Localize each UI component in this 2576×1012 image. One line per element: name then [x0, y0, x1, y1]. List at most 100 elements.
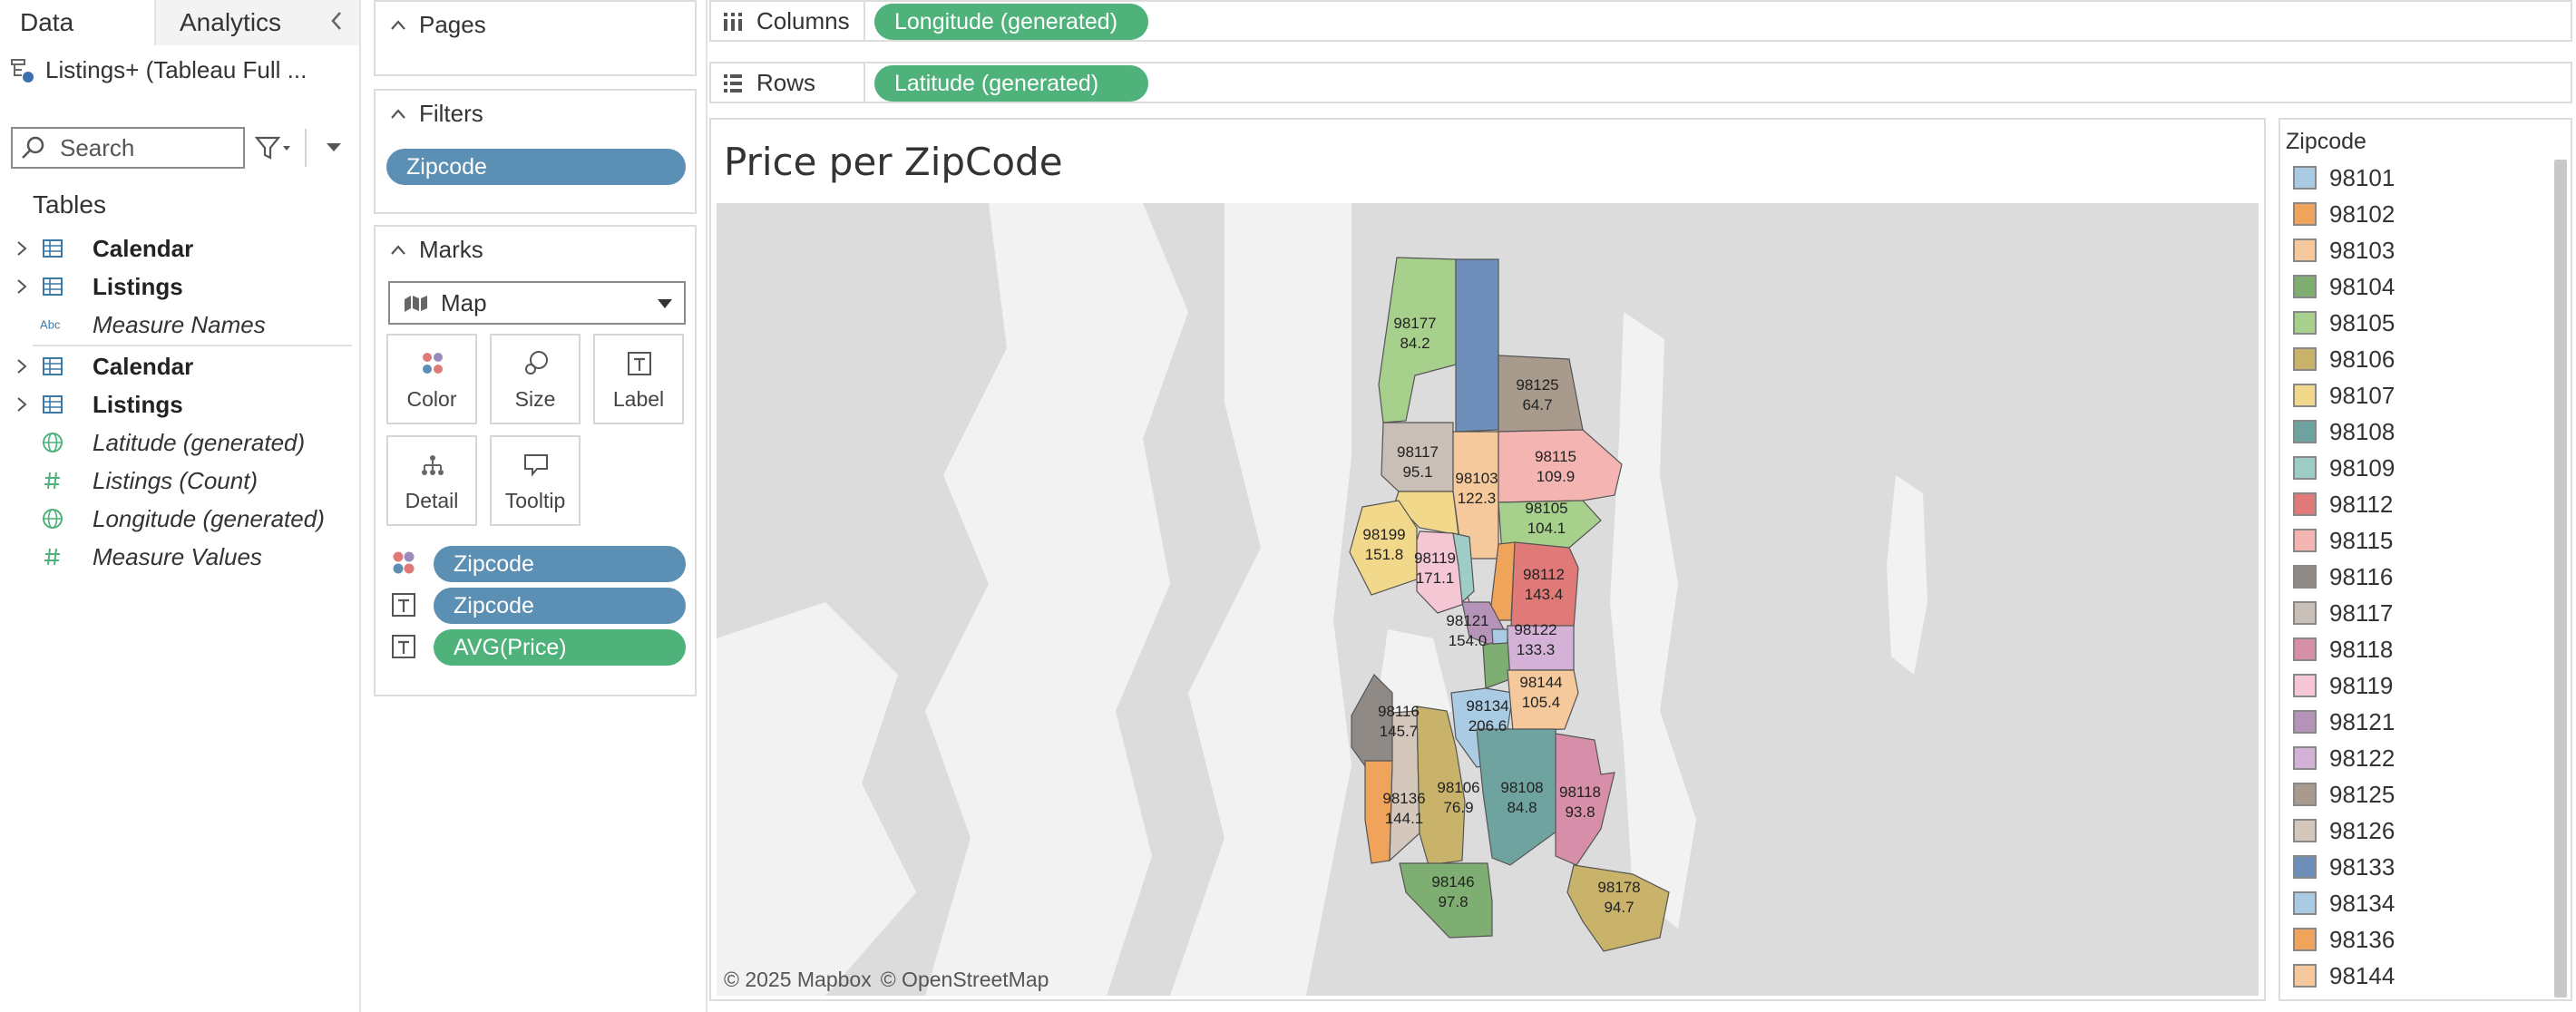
datasource-item[interactable]: Listings+ (Tableau Full ...	[9, 56, 307, 84]
label-98144-zip: 98144	[1519, 674, 1562, 691]
legend-item[interactable]: 98119	[2280, 667, 2552, 704]
size-button[interactable]: Size	[490, 334, 581, 424]
legend-item[interactable]: 98122	[2280, 740, 2552, 776]
table-icon	[40, 236, 65, 261]
legend-item[interactable]: 98109	[2280, 450, 2552, 486]
field-row-calendar[interactable]: Calendar	[0, 230, 361, 267]
marks-pill-color-zipcode[interactable]: Zipcode	[434, 546, 686, 582]
map-area[interactable]: 98177 84.2 98125 64.7 98117 95.1 98103 1…	[717, 203, 2259, 996]
legend-item[interactable]: 98108	[2280, 414, 2552, 450]
region-98133[interactable]	[1455, 258, 1499, 433]
pane-menu-icon[interactable]	[323, 136, 345, 158]
region-98101[interactable]	[1491, 628, 1508, 645]
legend-item[interactable]: 98112	[2280, 486, 2552, 522]
field-search[interactable]	[11, 127, 245, 169]
map-mark-icon	[405, 296, 427, 312]
chevron-right-icon[interactable]	[13, 395, 31, 414]
table-icon	[40, 392, 65, 417]
legend-item[interactable]: 98125	[2280, 776, 2552, 813]
table-icon	[40, 354, 65, 379]
legend-item[interactable]: 98126	[2280, 813, 2552, 849]
filters-header[interactable]: Filters	[388, 100, 483, 128]
marks-header[interactable]: Marks	[388, 236, 483, 264]
field-row-calendar-2[interactable]: Calendar	[0, 348, 361, 384]
label-98118-zip: 98118	[1559, 783, 1601, 801]
legend-item[interactable]: 98102	[2280, 196, 2552, 232]
tables-header: Tables	[33, 190, 106, 219]
legend-swatch	[2293, 202, 2317, 226]
legend-item[interactable]: 98136	[2280, 921, 2552, 958]
collapse-caret-icon[interactable]	[388, 240, 408, 260]
region-98125[interactable]	[1498, 355, 1584, 433]
filter-fields-icon[interactable]	[254, 132, 296, 163]
map-canvas[interactable]: 98177 84.2 98125 64.7 98117 95.1 98103 1…	[717, 203, 2259, 996]
chevron-right-icon[interactable]	[13, 239, 31, 258]
mark-type-select[interactable]: Map	[388, 281, 686, 325]
legend-item[interactable]: 98103	[2280, 232, 2552, 268]
field-row-listings-count[interactable]: Listings (Count)	[0, 462, 361, 499]
legend-item[interactable]: 98133	[2280, 849, 2552, 885]
mapbox-attribution[interactable]: © 2025 Mapbox	[724, 968, 872, 992]
legend-swatch	[2293, 166, 2317, 190]
tooltip-button-label: Tooltip	[504, 489, 566, 512]
legend-swatch	[2293, 601, 2317, 625]
legend-item[interactable]: 98105	[2280, 305, 2552, 341]
legend-item[interactable]: 98107	[2280, 377, 2552, 414]
search-input[interactable]	[60, 133, 232, 162]
field-row-latitude[interactable]: Latitude (generated)	[0, 424, 361, 461]
field-row-listings[interactable]: Listings	[0, 268, 361, 305]
detail-button[interactable]: Detail	[386, 435, 477, 526]
legend-swatch	[2293, 420, 2317, 443]
label-98121-value: 154.0	[1449, 632, 1488, 649]
shelf-divider	[864, 63, 865, 102]
chevron-right-icon[interactable]	[13, 277, 31, 296]
legend-label: 98119	[2329, 671, 2394, 699]
region-98112[interactable]	[1510, 541, 1579, 628]
pane-tabs: Data Analytics	[0, 0, 359, 45]
legend-item[interactable]: 98116	[2280, 559, 2552, 595]
field-divider	[33, 345, 352, 346]
legend-item[interactable]: 98101	[2280, 160, 2552, 196]
tooltip-button[interactable]: Tooltip	[490, 435, 581, 526]
hash-icon	[40, 544, 65, 569]
label-98117-value: 95.1	[1402, 463, 1432, 481]
legend-item[interactable]: 98144	[2280, 958, 2552, 994]
legend-item[interactable]: 98104	[2280, 268, 2552, 305]
field-row-listings-2[interactable]: Listings	[0, 386, 361, 423]
columns-shelf[interactable]: Columns Longitude (generated)	[709, 0, 2572, 42]
collapse-pane-icon[interactable]	[323, 7, 350, 34]
color-button-label: Color	[406, 387, 457, 411]
label-98134-zip: 98134	[1466, 697, 1508, 715]
tab-data[interactable]: Data	[0, 0, 156, 45]
marks-pill-label-avg-price[interactable]: AVG(Price)	[434, 629, 686, 666]
legend-item[interactable]: 98117	[2280, 595, 2552, 631]
legend-scrollbar[interactable]	[2554, 160, 2567, 997]
osm-attribution[interactable]: © OpenStreetMap	[881, 968, 1049, 992]
field-row-longitude[interactable]: Longitude (generated)	[0, 501, 361, 537]
columns-pill-longitude[interactable]: Longitude (generated)	[874, 4, 1148, 40]
region-98104[interactable]	[1482, 637, 1511, 689]
legend-item[interactable]: 98118	[2280, 631, 2552, 667]
pages-header[interactable]: Pages	[388, 11, 486, 39]
collapse-caret-icon[interactable]	[388, 15, 408, 35]
rows-pill-latitude[interactable]: Latitude (generated)	[874, 65, 1148, 102]
label-button[interactable]: Label	[593, 334, 684, 424]
chevron-right-icon[interactable]	[13, 357, 31, 375]
filter-pill-zipcode[interactable]: Zipcode	[386, 149, 686, 185]
globe-icon	[40, 506, 65, 531]
legend-item[interactable]: 98115	[2280, 522, 2552, 559]
viz-title: Price per ZipCode	[724, 140, 1063, 184]
legend-item[interactable]: 98106	[2280, 341, 2552, 377]
filters-card[interactable]: Filters Zipcode	[374, 89, 697, 214]
field-row-measure-names[interactable]: Abc Measure Names	[0, 307, 361, 343]
rows-shelf[interactable]: Rows Latitude (generated)	[709, 62, 2572, 103]
field-row-measure-values[interactable]: Measure Values	[0, 539, 361, 575]
legend-item[interactable]: 98134	[2280, 885, 2552, 921]
color-button[interactable]: Color	[386, 334, 477, 424]
marks-pill-label-zipcode[interactable]: Zipcode	[434, 588, 686, 624]
pages-card[interactable]: Pages	[374, 0, 697, 76]
legend-title[interactable]: Zipcode	[2286, 129, 2366, 155]
legend-swatch	[2293, 637, 2317, 661]
collapse-caret-icon[interactable]	[388, 104, 408, 124]
legend-item[interactable]: 98121	[2280, 704, 2552, 740]
